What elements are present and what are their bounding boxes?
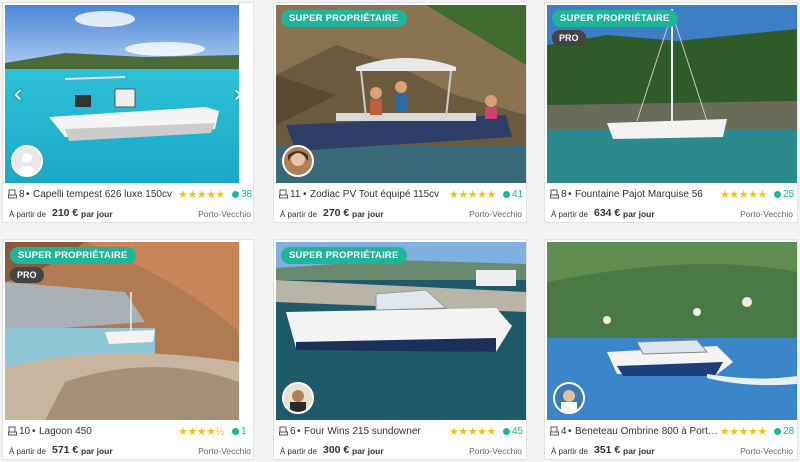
review-count: 41 [512,189,524,200]
location: Porto-Vecchio [740,209,793,219]
separator: • [568,426,572,437]
listing-photo[interactable]: SUPER PROPRIÉTAIRE [276,242,526,420]
review-bubble-icon [503,191,510,198]
location: Porto-Vecchio [198,209,251,219]
price-suffix: par jour [352,209,384,219]
listing-card[interactable]: SUPER PROPRIÉTAIRE 11 • Zodiac PV Tout é… [273,2,527,223]
listing-card[interactable]: 4 • Beneteau Ombrine 800 à Porto-V... ★★… [544,239,798,460]
price-suffix: par jour [623,209,655,219]
price-prefix: À partir de [551,447,588,456]
listing-title[interactable]: Beneteau Ombrine 800 à Porto-V... [575,426,719,437]
next-photo-arrow[interactable]: › [231,81,239,107]
pro-badge: PRO [552,30,586,46]
review-bubble-icon [774,428,781,435]
capacity: 10 [19,426,31,437]
price-suffix: par jour [623,446,655,456]
price-prefix: À partir de [9,210,46,219]
capacity: 11 [290,189,301,200]
price: 634 € [594,207,621,219]
listing-card[interactable]: ‹ › 8 • Capelli tempest 626 luxe 150cv ★… [2,2,254,223]
price-prefix: À partir de [551,210,588,219]
review-count: 45 [512,426,524,437]
listing-card[interactable]: SUPER PROPRIÉTAIRE PRO 8 • Fountaine Paj… [544,2,798,223]
review-bubble-icon [232,191,239,198]
super-owner-badge: SUPER PROPRIÉTAIRE [552,10,678,27]
review-bubble-icon [232,428,239,435]
rating-stars: ★★★★★ [720,189,767,201]
price: 571 € [52,444,79,456]
listing-photo[interactable]: SUPER PROPRIÉTAIRE [276,5,526,183]
capacity-icon [550,189,559,199]
listing-photo[interactable] [547,242,797,420]
rating-stars: ★★★★★ [720,426,767,438]
capacity-icon [8,426,17,436]
location: Porto-Vecchio [469,209,522,219]
review-count: 1 [241,426,247,437]
capacity-icon [279,189,288,199]
capacity-icon [279,426,288,436]
price: 210 € [52,207,79,219]
owner-avatar[interactable] [282,382,314,414]
review-count: 25 [783,189,795,200]
owner-avatar[interactable] [11,145,43,177]
super-owner-badge: SUPER PROPRIÉTAIRE [10,247,136,264]
capacity-icon [8,189,17,199]
previous-photo-arrow[interactable]: ‹ [11,81,25,107]
rating-stars: ★★★★★ [178,189,225,201]
price-suffix: par jour [352,446,384,456]
listing-title[interactable]: Four Wins 215 sundowner [304,426,448,437]
capacity: 8 [561,189,567,200]
price: 270 € [323,207,350,219]
separator: • [32,426,36,437]
listing-title[interactable]: Zodiac PV Tout équipé 115cv [310,189,454,200]
capacity: 6 [290,426,296,437]
price-suffix: par jour [81,446,113,456]
price: 300 € [323,444,350,456]
review-count: 38 [241,189,253,200]
separator: • [568,189,572,200]
review-bubble-icon [774,191,781,198]
listing-title[interactable]: Lagoon 450 [39,426,183,437]
price: 351 € [594,444,621,456]
owner-avatar[interactable] [553,382,585,414]
listing-photo[interactable]: ‹ › [5,5,239,183]
price-prefix: À partir de [9,447,46,456]
listing-title[interactable]: Capelli tempest 626 luxe 150cv [33,189,177,200]
rating-stars: ★★★★★ [449,426,496,438]
location: Porto-Vecchio [469,446,522,456]
location: Porto-Vecchio [198,446,251,456]
location: Porto-Vecchio [740,446,793,456]
price-suffix: par jour [81,209,113,219]
capacity: 4 [561,426,567,437]
listing-photo[interactable]: SUPER PROPRIÉTAIRE PRO [5,242,239,420]
separator: • [297,426,301,437]
owner-avatar[interactable] [282,145,314,177]
rating-stars: ★★★★½ [178,426,225,438]
listing-card[interactable]: SUPER PROPRIÉTAIRE PRO 10 • Lagoon 450 ★… [2,239,254,460]
separator: • [26,189,30,200]
capacity: 8 [19,189,25,200]
listing-card[interactable]: SUPER PROPRIÉTAIRE 6 • Four Wins 215 sun… [273,239,527,460]
listing-title[interactable]: Fountaine Pajot Marquise 56 [575,189,719,200]
review-count: 28 [783,426,795,437]
review-bubble-icon [503,428,510,435]
listing-photo[interactable]: SUPER PROPRIÉTAIRE PRO [547,5,797,183]
super-owner-badge: SUPER PROPRIÉTAIRE [281,10,407,27]
price-prefix: À partir de [280,447,317,456]
super-owner-badge: SUPER PROPRIÉTAIRE [281,247,407,264]
separator: • [303,189,307,200]
pro-badge: PRO [10,267,44,283]
capacity-icon [550,426,559,436]
rating-stars: ★★★★★ [449,189,496,201]
price-prefix: À partir de [280,210,317,219]
